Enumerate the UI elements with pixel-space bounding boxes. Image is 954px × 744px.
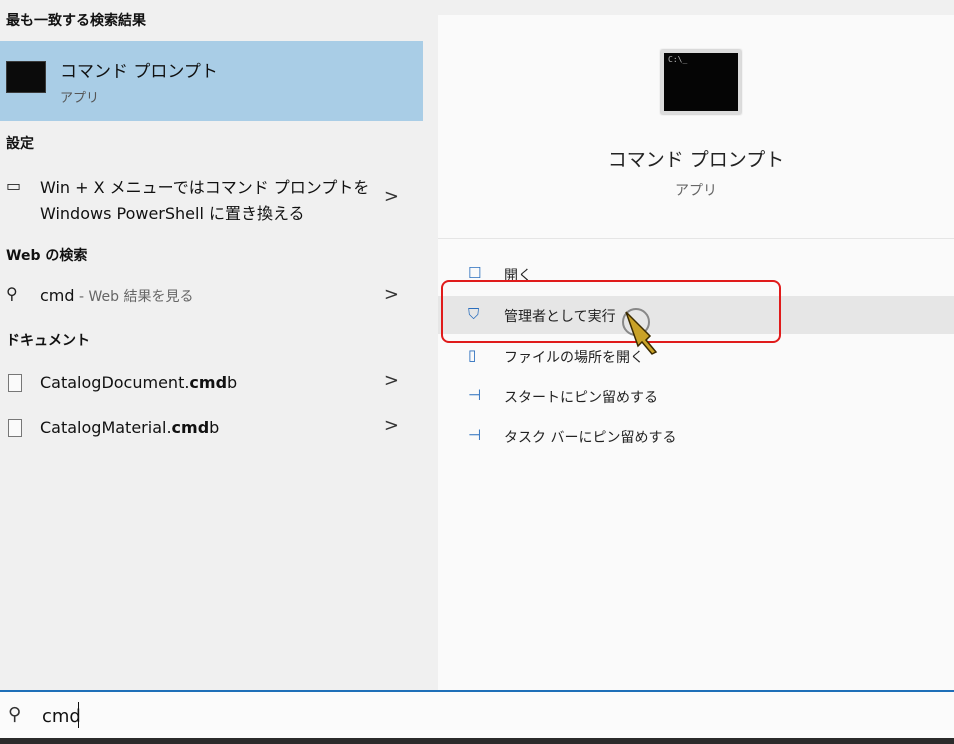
best-match-item[interactable]: コマンド プロンプト アプリ: [0, 41, 423, 121]
action-pin-to-taskbar[interactable]: ⊣ タスク バーにピン留めする: [438, 417, 954, 455]
taskbar-edge: [0, 738, 954, 744]
command-prompt-icon: [6, 61, 46, 93]
app-title: コマンド プロンプト: [607, 149, 785, 171]
documents-heading: ドキュメント: [6, 333, 90, 349]
pin-icon: ⊣: [468, 426, 482, 444]
best-match-subtitle: アプリ: [60, 91, 100, 106]
document-item[interactable]: CatalogDocument.cmdb >: [0, 368, 423, 398]
web-search-label: cmd - Web 結果を見る: [40, 286, 193, 306]
document-item[interactable]: CatalogMaterial.cmdb >: [0, 413, 423, 443]
app-header: C:\_ コマンド プロンプト アプリ: [438, 15, 954, 239]
folder-location-icon: ▯: [468, 346, 477, 364]
document-name-suffix: b: [209, 418, 220, 437]
settings-item-line1: Win + X メニューではコマンド プロンプトを: [40, 178, 370, 197]
document-name: CatalogMaterial.cmdb: [40, 418, 219, 437]
monitor-icon: ▭: [6, 176, 22, 195]
search-icon: ⚲: [6, 284, 18, 303]
document-name-prefix: CatalogDocument.: [40, 373, 190, 392]
document-name-prefix: CatalogMaterial.: [40, 418, 172, 437]
action-label: タスク バーにピン留めする: [504, 430, 677, 446]
text-caret: [78, 702, 79, 728]
settings-heading: 設定: [6, 136, 34, 152]
web-search-item[interactable]: ⚲ cmd - Web 結果を見る >: [0, 282, 423, 312]
search-icon: ⚲: [8, 704, 22, 725]
chevron-right-icon: >: [383, 284, 399, 305]
document-name-match: cmd: [171, 418, 210, 437]
document-name-suffix: b: [227, 373, 238, 392]
action-pin-to-start[interactable]: ⊣ スタートにピン留めする: [438, 377, 954, 415]
search-bar: ⚲: [0, 690, 954, 738]
settings-item[interactable]: ▭ Win + X メニューではコマンド プロンプトを Windows Powe…: [0, 170, 423, 228]
document-icon: [8, 374, 22, 392]
chevron-right-icon: >: [383, 186, 399, 207]
action-label: スタートにピン留めする: [504, 390, 658, 406]
document-name-match: cmd: [189, 373, 228, 392]
command-prompt-icon: C:\_: [661, 50, 741, 114]
document-name: CatalogDocument.cmdb: [40, 373, 237, 392]
settings-item-line2: Windows PowerShell に置き換える: [40, 204, 305, 223]
web-search-heading: Web の検索: [6, 248, 88, 264]
app-detail-pane: C:\_ コマンド プロンプト アプリ ☐ 開く ⛉ 管理者として実行 ▯ ファ…: [438, 15, 954, 690]
highlight-annotation: [441, 280, 781, 343]
app-subtitle: アプリ: [675, 183, 717, 199]
document-icon: [8, 419, 22, 437]
mouse-cursor-icon: [622, 308, 658, 355]
web-search-query: cmd: [40, 286, 75, 305]
chevron-right-icon: >: [383, 415, 399, 436]
best-match-title: コマンド プロンプト: [60, 62, 218, 82]
best-match-heading: 最も一致する検索結果: [6, 13, 146, 29]
search-results-pane: 最も一致する検索結果 コマンド プロンプト アプリ 設定 ▭ Win + X メ…: [0, 0, 423, 690]
search-input[interactable]: [40, 700, 924, 732]
chevron-right-icon: >: [383, 370, 399, 391]
web-search-suffix: - Web 結果を見る: [74, 289, 194, 305]
pin-icon: ⊣: [468, 386, 482, 404]
